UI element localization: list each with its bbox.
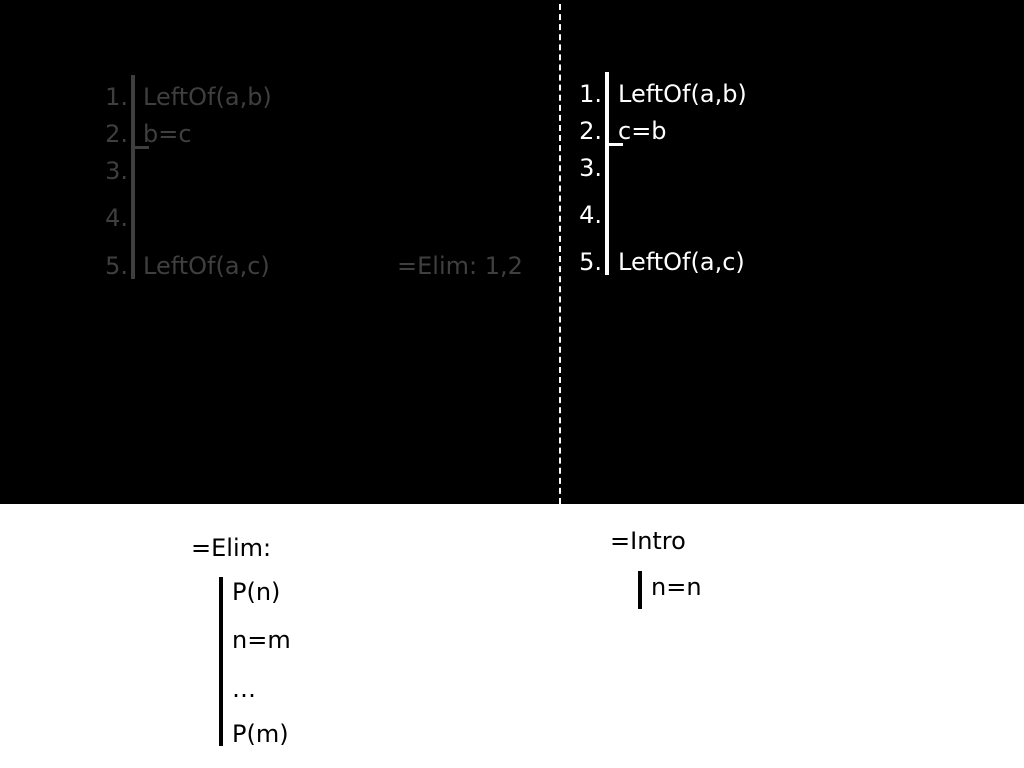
elim-rule-line: P(m) xyxy=(232,720,289,748)
proof-scope-bar xyxy=(219,577,223,746)
line-number: 5. xyxy=(579,248,602,276)
proof-scope-bar xyxy=(638,571,642,609)
line-number: 1. xyxy=(579,80,602,108)
justification: =Elim: 1,2 xyxy=(397,252,523,280)
proof-scope-bar xyxy=(131,75,135,279)
elim-rule-title: =Elim: xyxy=(191,534,272,562)
line-number: 2. xyxy=(105,120,128,148)
premise-2: c=b xyxy=(618,117,667,145)
premise-2: b=c xyxy=(143,120,192,148)
elim-rule-line: P(n) xyxy=(232,578,281,606)
line-number: 1. xyxy=(105,83,128,111)
dashed-divider xyxy=(559,4,561,504)
line-number: 2. xyxy=(579,117,602,145)
conclusion: LeftOf(a,c) xyxy=(143,252,270,280)
proof-panel: 1. 2. 3. 4. 5. LeftOf(a,b) b=c LeftOf(a,… xyxy=(0,0,1024,504)
line-number: 3. xyxy=(579,154,602,182)
premise-1: LeftOf(a,b) xyxy=(143,83,272,111)
line-number: 4. xyxy=(579,201,602,229)
elim-rule-line: … xyxy=(232,675,256,703)
proof-scope-bar xyxy=(605,72,609,275)
conclusion: LeftOf(a,c) xyxy=(618,248,745,276)
premise-1: LeftOf(a,b) xyxy=(618,80,747,108)
line-number: 5. xyxy=(105,252,128,280)
line-number: 4. xyxy=(105,204,128,232)
line-number: 3. xyxy=(105,157,128,185)
elim-rule-line: n=m xyxy=(232,626,291,654)
intro-rule-title: =Intro xyxy=(610,527,686,555)
intro-rule-line: n=n xyxy=(651,573,702,601)
